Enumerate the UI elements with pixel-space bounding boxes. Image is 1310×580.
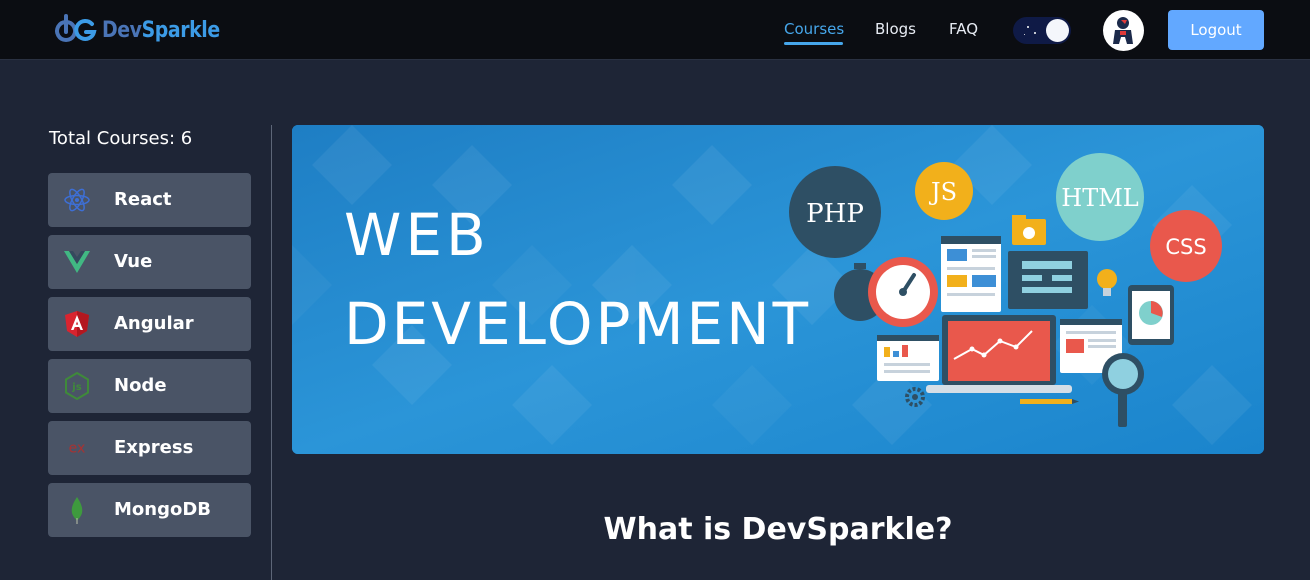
- section-heading: What is DevSparkle?: [603, 512, 953, 547]
- node-icon: js: [62, 372, 92, 400]
- course-label: Express: [114, 437, 194, 458]
- user-avatar[interactable]: [1103, 10, 1144, 51]
- course-label: React: [114, 189, 172, 210]
- course-item-vue[interactable]: Vue: [48, 235, 251, 289]
- star-icon: [1024, 34, 1025, 35]
- hero-title-line1: WEB: [344, 201, 490, 269]
- hero-banner: WEB DEVELOPMENT PHP JS HTML CSS: [292, 125, 1264, 454]
- angular-icon: [62, 310, 92, 338]
- star-icon: [1027, 26, 1029, 28]
- course-label: Node: [114, 375, 167, 396]
- svg-text:js: js: [71, 382, 81, 393]
- total-courses-label: Total Courses: 6: [49, 128, 193, 149]
- course-label: Angular: [114, 313, 194, 334]
- sidebar-divider: [271, 125, 272, 580]
- vue-icon: [62, 248, 92, 276]
- devsparkle-logo-icon: [55, 14, 97, 42]
- navbar: DevSparkle Courses Blogs FAQ Logout: [0, 0, 1310, 60]
- hero-title-line2: DEVELOPMENT: [344, 290, 812, 358]
- brand-logo[interactable]: DevSparkle: [52, 11, 239, 49]
- nav-faq-link[interactable]: FAQ: [949, 20, 978, 38]
- avatar-image: [1113, 17, 1133, 44]
- active-nav-indicator: [784, 42, 843, 45]
- course-item-node[interactable]: js Node: [48, 359, 251, 413]
- toggle-knob: [1046, 19, 1069, 42]
- express-icon: ex: [62, 434, 92, 462]
- course-item-angular[interactable]: Angular: [48, 297, 251, 351]
- course-item-react[interactable]: React: [48, 173, 251, 227]
- svg-text:ex: ex: [69, 441, 86, 457]
- nav-blogs-link[interactable]: Blogs: [875, 20, 916, 38]
- course-label: Vue: [114, 251, 153, 272]
- star-icon: [1034, 32, 1036, 34]
- course-item-mongodb[interactable]: MongoDB: [48, 483, 251, 537]
- logout-button[interactable]: Logout: [1168, 10, 1264, 50]
- mongodb-icon: [62, 496, 92, 524]
- react-icon: [62, 186, 92, 214]
- brand-name: DevSparkle: [102, 17, 220, 43]
- course-label: MongoDB: [114, 499, 212, 520]
- course-item-express[interactable]: ex Express: [48, 421, 251, 475]
- theme-toggle[interactable]: [1013, 17, 1071, 44]
- nav-courses-link[interactable]: Courses: [784, 20, 844, 38]
